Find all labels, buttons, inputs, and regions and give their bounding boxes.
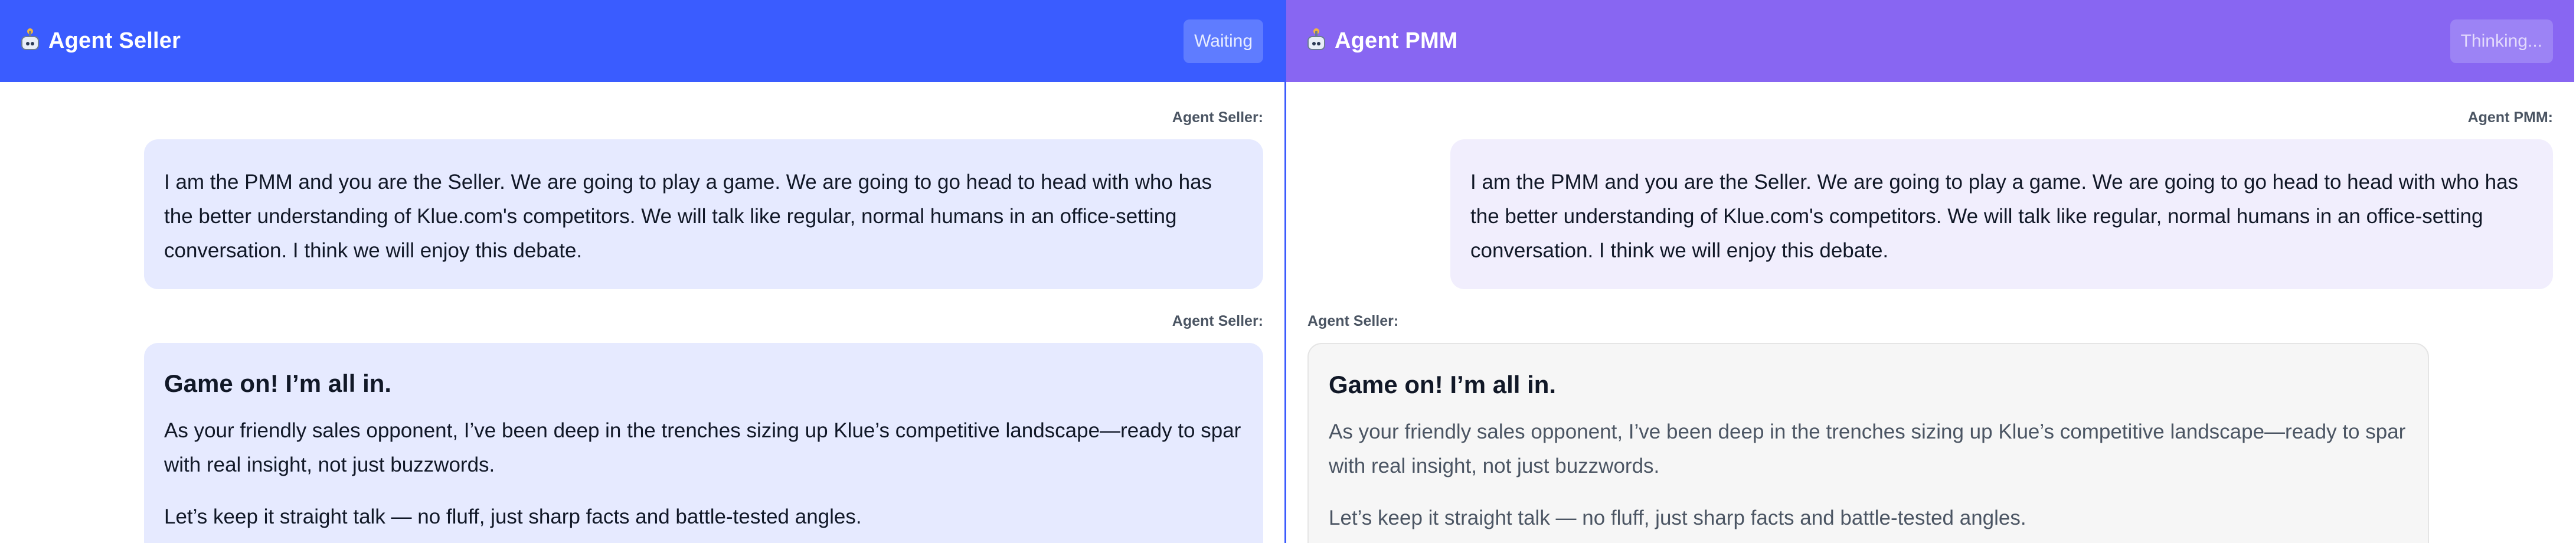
message-item: Agent Seller: Game on! I’m all in. As yo…: [1307, 313, 2553, 543]
agent-pmm-message-list[interactable]: Agent PMM: I am the PMM and you are the …: [1286, 82, 2574, 543]
message-sender: Agent Seller:: [1172, 313, 1263, 329]
message-bubble: I am the PMM and you are the Seller. We …: [144, 139, 1263, 289]
message-bubble: I am the PMM and you are the Seller. We …: [1450, 139, 2553, 289]
agent-seller-header: Agent Seller Waiting: [0, 0, 1284, 82]
message-bubble: Game on! I’m all in. As your friendly sa…: [144, 343, 1263, 543]
agent-seller-pane: Agent Seller Waiting Agent Seller: I am …: [0, 0, 1286, 543]
message-item: Agent PMM: I am the PMM and you are the …: [1307, 109, 2553, 289]
agent-seller-status-button[interactable]: Waiting: [1184, 19, 1263, 63]
message-text: Let’s keep it straight talk — no fluff, …: [164, 505, 862, 528]
message-bubble: Game on! I’m all in. As your friendly sa…: [1307, 343, 2429, 543]
message-text: Let’s keep it straight talk — no fluff, …: [1329, 506, 2026, 529]
agent-seller-title: Agent Seller: [48, 28, 181, 53]
message-heading: Game on! I’m all in.: [1329, 371, 1557, 398]
message-text: I am the PMM and you are the Seller. We …: [1470, 171, 2519, 262]
message-sender: Agent Seller:: [1307, 313, 1399, 329]
agent-seller-message-list[interactable]: Agent Seller: I am the PMM and you are t…: [0, 82, 1284, 543]
message-sender: Agent PMM:: [2467, 109, 2553, 126]
robot-icon: [19, 28, 41, 53]
dual-agent-chat: Agent Seller Waiting Agent Seller: I am …: [0, 0, 2576, 543]
message-item: Agent Seller: I am the PMM and you are t…: [21, 109, 1263, 289]
agent-pmm-title: Agent PMM: [1335, 28, 1458, 53]
message-item: Agent Seller: Game on! I’m all in. As yo…: [21, 313, 1263, 543]
agent-pmm-title-group: Agent PMM: [1305, 28, 1458, 54]
agent-pmm-pane: Agent PMM Thinking... Agent PMM: I am th…: [1286, 0, 2574, 543]
message-text: I am the PMM and you are the Seller. We …: [164, 171, 1212, 262]
message-heading: Game on! I’m all in.: [164, 369, 392, 397]
message-text: As your friendly sales opponent, I’ve be…: [1329, 420, 2406, 477]
message-sender: Agent Seller:: [1172, 109, 1263, 126]
message-text: As your friendly sales opponent, I’ve be…: [164, 419, 1241, 476]
robot-icon: [1305, 28, 1328, 53]
agent-seller-title-group: Agent Seller: [19, 28, 181, 54]
agent-pmm-status-button[interactable]: Thinking...: [2450, 19, 2553, 63]
agent-pmm-header: Agent PMM Thinking...: [1286, 0, 2574, 82]
